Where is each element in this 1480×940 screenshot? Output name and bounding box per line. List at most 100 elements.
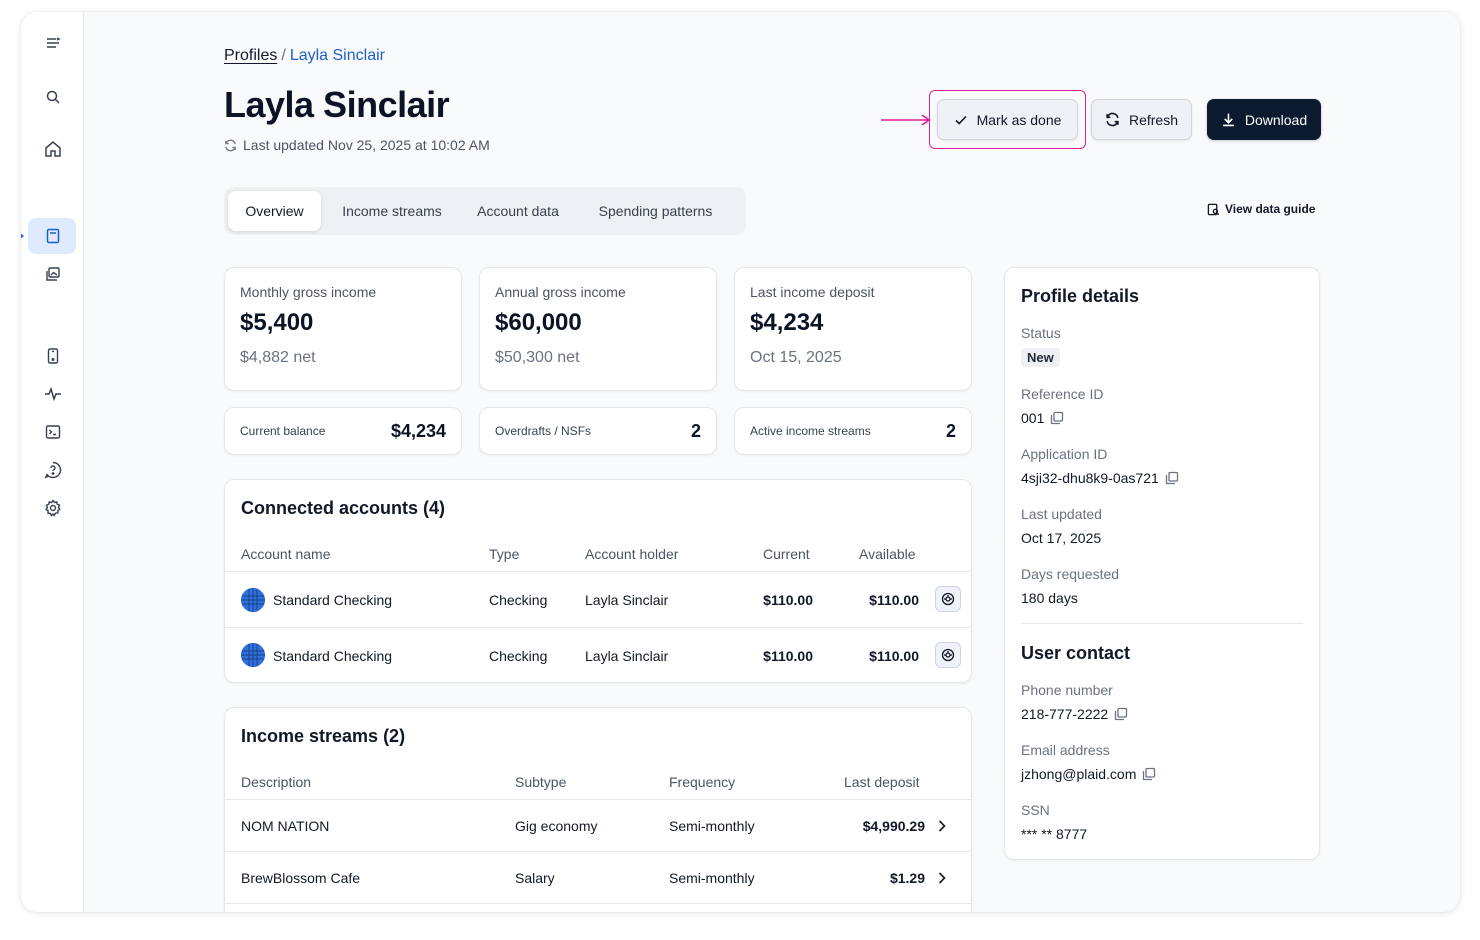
profile-details-card: Profile details Status New Reference ID …	[1004, 267, 1320, 860]
account-details-button[interactable]	[935, 642, 961, 668]
chevron-right-icon[interactable]	[934, 818, 950, 834]
column-header: Account name	[241, 546, 331, 562]
phone-label: Phone number	[1021, 682, 1113, 698]
stat-label: Monthly gross income	[240, 284, 377, 300]
divider	[1021, 623, 1303, 624]
ssn-value: *** ** 8777	[1021, 826, 1088, 842]
home-icon[interactable]	[42, 138, 64, 160]
active-indicator	[21, 231, 24, 241]
refresh-button[interactable]: Refresh	[1091, 99, 1192, 140]
income-description: BrewBlossom Cafe	[241, 870, 361, 886]
income-last-deposit: $4,990.29	[862, 818, 925, 834]
download-icon	[1221, 112, 1236, 127]
view-data-guide-link[interactable]: View data guide	[1207, 202, 1315, 216]
stat-label: Last income deposit	[750, 284, 875, 300]
section-title: Connected accounts (4)	[241, 498, 446, 518]
check-icon	[954, 113, 968, 127]
guide-icon	[1207, 203, 1220, 216]
income-subtype: Salary	[515, 870, 555, 886]
breadcrumb-separator: /	[281, 47, 286, 64]
chevron-right-icon[interactable]	[934, 870, 950, 886]
activity-icon[interactable]	[42, 383, 64, 405]
download-label: Download	[1244, 111, 1308, 128]
tab-account-data[interactable]: Account data	[464, 191, 572, 231]
income-description: NOM NATION	[241, 818, 330, 834]
tab-overview[interactable]: Overview	[228, 191, 321, 231]
account-type: Checking	[489, 592, 548, 608]
breadcrumb-profiles-link[interactable]: Profiles	[224, 47, 277, 64]
column-header: Type	[489, 546, 520, 562]
income-subtype: Gig economy	[515, 818, 598, 834]
sync-icon	[224, 139, 237, 152]
app-window: Profiles / Layla Sinclair Layla Sinclair L…	[21, 12, 1460, 912]
column-header: Available	[859, 546, 916, 562]
tab-spending-patterns[interactable]: Spending patterns	[580, 191, 731, 231]
callout-arrow	[881, 114, 931, 126]
view-data-guide-label: View data guide	[1225, 202, 1316, 216]
breadcrumb: Profiles / Layla Sinclair	[224, 47, 385, 65]
refresh-label: Refresh	[1128, 111, 1179, 128]
phone-value: 218-777-2222	[1021, 706, 1128, 722]
copy-icon[interactable]	[1142, 767, 1156, 781]
email-label: Email address	[1021, 742, 1110, 758]
profile-icon[interactable]	[42, 225, 64, 247]
ssn-label: SSN	[1021, 802, 1050, 818]
settings-icon[interactable]	[42, 497, 64, 519]
copy-icon[interactable]	[1114, 707, 1128, 721]
income-streams-card: Income streams (2) Description Subtype F…	[224, 707, 972, 912]
stat-subvalue: Oct 15, 2025	[750, 349, 842, 366]
column-header: Frequency	[669, 774, 736, 790]
row-divider	[225, 571, 971, 572]
column-header: Last deposit	[844, 774, 920, 790]
account-type: Checking	[489, 648, 548, 664]
row-divider	[225, 903, 971, 904]
status-label: Status	[1021, 325, 1061, 341]
last-updated-text: Last updated Nov 25, 2025 at 10:02 AM	[243, 137, 490, 153]
row-divider	[225, 851, 971, 852]
application-id-label: Application ID	[1021, 446, 1108, 462]
stat-subvalue: $50,300 net	[495, 349, 580, 366]
profile-details-title: Profile details	[1021, 286, 1140, 306]
mini-value: $4,234	[390, 420, 446, 441]
user-contact-title: User contact	[1021, 643, 1131, 663]
available-balance: $110.00	[869, 592, 919, 608]
income-last-deposit: $1.29	[889, 870, 925, 886]
tab-income-streams[interactable]: Income streams	[327, 191, 457, 231]
section-title: Income streams (2)	[241, 726, 406, 746]
account-holder: Layla Sinclair	[585, 592, 669, 608]
account-details-button[interactable]	[935, 586, 961, 612]
application-id-value: 4sji32-dhu8k9-0as721	[1021, 470, 1179, 486]
mini-label: Overdrafts / NSFs	[495, 424, 592, 438]
mini-value: 2	[945, 420, 956, 441]
search-icon[interactable]	[42, 86, 64, 108]
copy-icon[interactable]	[1050, 411, 1064, 425]
device-icon[interactable]	[42, 345, 64, 367]
available-balance: $110.00	[869, 648, 919, 664]
current-balance: $110.00	[763, 648, 813, 664]
column-header: Account holder	[585, 546, 679, 562]
column-header: Current	[763, 546, 810, 562]
terminal-icon[interactable]	[42, 421, 64, 443]
stat-card-last-deposit: Last income deposit $4,234 Oct 15, 2025	[734, 267, 972, 391]
copy-icon[interactable]	[1165, 471, 1179, 485]
connected-accounts-card: Connected accounts (4) Account name Type…	[224, 479, 972, 683]
bank-logo-icon	[241, 588, 265, 612]
email-value: jzhong@plaid.com	[1021, 766, 1156, 782]
mini-label: Current balance	[240, 424, 326, 438]
row-divider	[225, 627, 971, 628]
main-content: Profiles / Layla Sinclair Layla Sinclair L…	[84, 12, 1460, 912]
mark-as-done-label: Mark as done	[976, 111, 1062, 128]
account-name: Standard Checking	[273, 648, 393, 664]
last-updated-label: Last updated	[1021, 506, 1102, 522]
help-icon[interactable]	[42, 459, 64, 481]
mark-as-done-button[interactable]: Mark as done	[937, 99, 1078, 140]
stat-subvalue: $4,882 net	[240, 349, 316, 366]
row-divider	[225, 799, 971, 800]
bank-logo-icon	[241, 643, 265, 667]
breadcrumb-current[interactable]: Layla Sinclair	[290, 47, 385, 64]
download-button[interactable]: Download	[1207, 99, 1321, 140]
application-id-text: 4sji32-dhu8k9-0as721	[1021, 470, 1159, 486]
reference-id-value: 001	[1021, 410, 1064, 426]
menu-icon[interactable]	[42, 32, 64, 54]
gallery-icon[interactable]	[42, 263, 64, 285]
